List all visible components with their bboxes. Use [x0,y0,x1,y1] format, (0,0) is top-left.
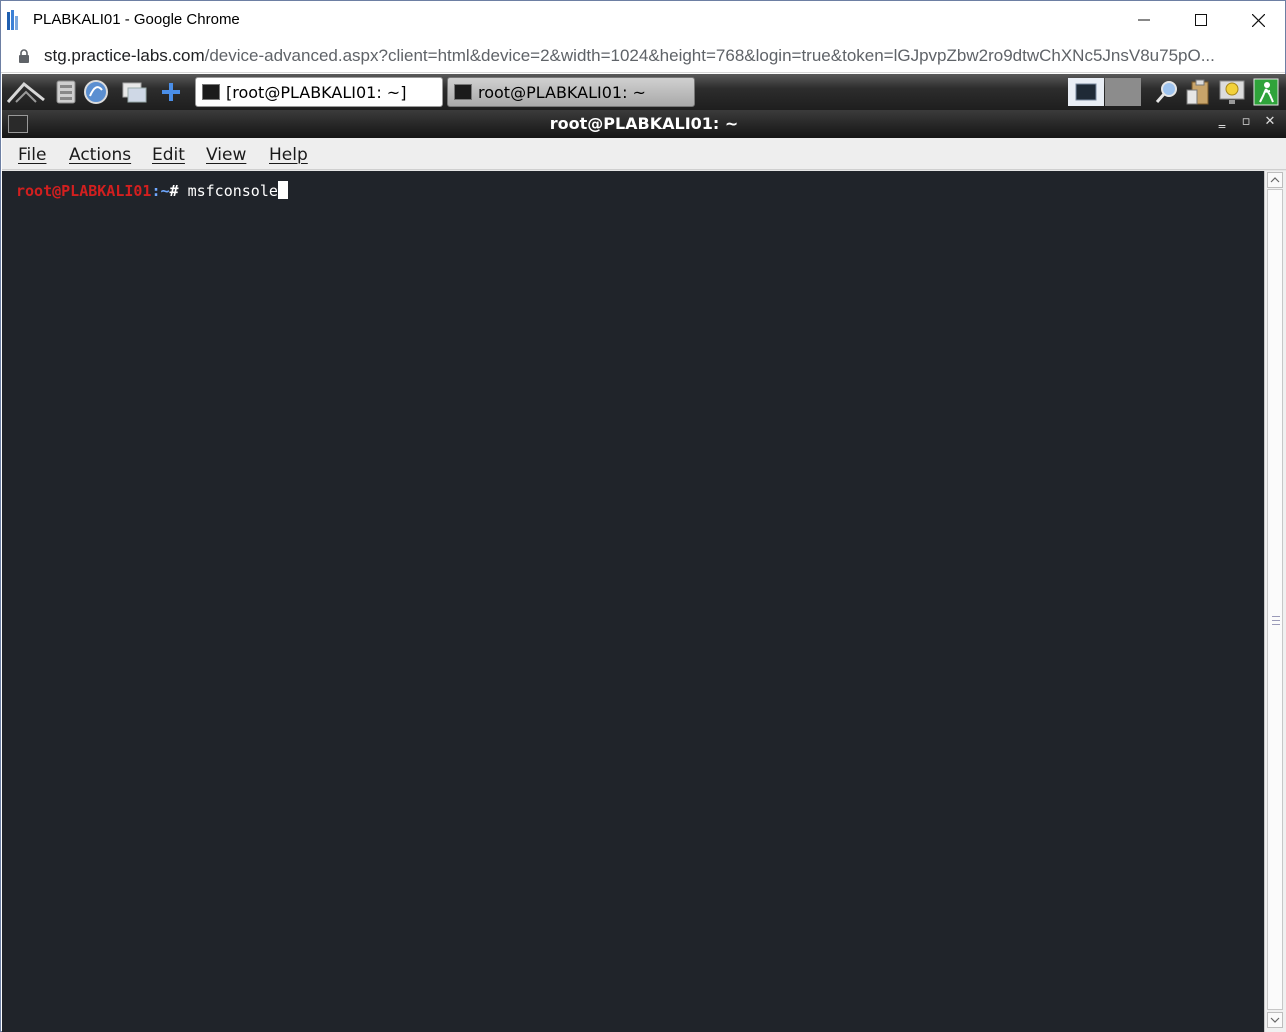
scroll-up-button[interactable] [1267,172,1283,188]
browser-icon[interactable] [82,78,110,106]
terminal-icon [454,84,472,100]
prompt-user: root@PLABKALI01 [16,182,152,200]
taskbar-task-terminal[interactable]: root@PLABKALI01: ~ [447,77,695,107]
file-manager-icon[interactable] [52,78,80,106]
maximize-icon [1195,14,1207,26]
maximize-button[interactable] [1172,1,1230,39]
chevron-down-icon [1270,1017,1280,1023]
kali-logo-icon[interactable] [6,78,46,106]
search-icon[interactable] [1153,78,1181,106]
url-path: /device-advanced.aspx?client=html&device… [204,46,1215,65]
command-text: msfconsole [178,182,278,200]
menu-help[interactable]: Help [269,145,308,165]
menu-edit[interactable]: Edit [152,145,185,165]
close-button[interactable] [1229,1,1286,39]
url-domain: stg.practice-labs.com [44,46,205,65]
taskbar-task-terminal-active[interactable]: [root@PLABKALI01: ~] [195,77,443,107]
prompt-line: root@PLABKALI01:~# msfconsole [16,181,288,200]
task-label: root@PLABKALI01: ~ [478,82,646,102]
notification-icon[interactable] [1217,78,1247,106]
terminal-maximize-button[interactable]: ▫ [1238,114,1254,129]
menu-actions[interactable]: Actions [69,145,131,165]
show-desktop-icon[interactable] [120,78,148,106]
terminal-menubar: File Actions Edit View Help [2,138,1286,170]
terminal-scrollbar[interactable] [1264,171,1286,1032]
terminal-titlebar: root@PLABKALI01: ~ ‗ ▫ ✕ [2,110,1286,138]
browser-window: PLABKALI01 - Google Chrome stg.practice-… [0,0,1286,1032]
scrollbar-grip-icon [1272,616,1280,625]
url-text[interactable]: stg.practice-labs.com/device-advanced.as… [44,46,1269,66]
task-label: [root@PLABKALI01: ~] [226,82,407,102]
menu-view[interactable]: View [206,145,246,165]
remote-desktop[interactable]: [root@PLABKALI01: ~] root@PLABKALI01: ~ [2,74,1286,1032]
kali-taskbar: [root@PLABKALI01: ~] root@PLABKALI01: ~ [2,74,1286,110]
terminal-title: root@PLABKALI01: ~ [549,114,739,133]
window-title: PLABKALI01 - Google Chrome [33,11,240,28]
clipboard-icon[interactable] [1184,78,1214,106]
terminal-minimize-button[interactable]: ‗ [1214,114,1230,129]
address-bar[interactable]: stg.practice-labs.com/device-advanced.as… [1,39,1285,73]
chevron-up-icon [1270,177,1280,183]
logout-icon[interactable] [1252,78,1280,106]
practice-labs-app-icon [7,10,18,30]
scroll-down-button[interactable] [1267,1012,1283,1028]
terminal-output[interactable]: root@PLABKALI01:~# msfconsole [2,171,1264,1032]
browser-titlebar: PLABKALI01 - Google Chrome [1,1,1285,39]
text-cursor [277,181,288,199]
prompt-symbol: # [169,182,179,200]
minimize-icon [1138,19,1150,21]
terminal-icon [202,84,220,100]
menu-file[interactable]: File [18,145,46,165]
lock-icon [19,49,29,63]
minimize-button[interactable] [1115,1,1173,39]
add-icon[interactable] [157,78,185,106]
close-icon [1251,13,1265,27]
workspace-icon[interactable] [1068,78,1104,106]
terminal-close-button[interactable]: ✕ [1262,114,1278,129]
scrollbar-thumb[interactable] [1267,189,1283,1010]
workspace-empty-icon[interactable] [1105,78,1141,106]
prompt-path: :~ [151,182,170,200]
